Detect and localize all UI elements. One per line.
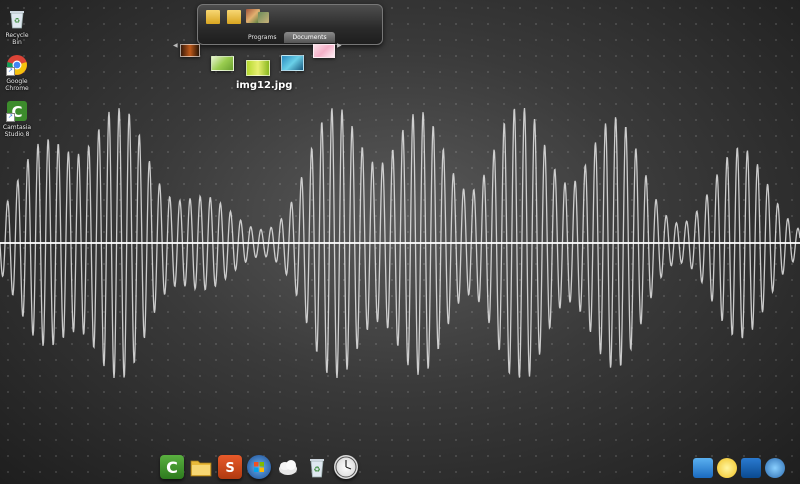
desktop-icon-google-chrome[interactable]: ↗ Google Chrome	[0, 54, 34, 92]
shortcut-arrow-icon: ↗	[6, 67, 15, 76]
tab-documents[interactable]: Documents	[284, 32, 335, 43]
stack-panel: Programs Documents	[197, 4, 383, 45]
window-icon[interactable]	[741, 458, 761, 478]
sound-wave-wallpaper	[0, 108, 800, 379]
chrome-icon: ↗	[6, 54, 28, 76]
scroll-right-icon[interactable]: ▶	[337, 42, 342, 49]
image-thumbnail[interactable]	[281, 55, 304, 71]
desktop-icon-camtasia[interactable]: C ↗ Camtasia Studio 8	[0, 100, 34, 138]
camtasia-icon[interactable]: C	[160, 455, 184, 479]
folder-icon[interactable]	[189, 455, 213, 479]
dock: C S ♻	[160, 455, 358, 479]
svg-text:S: S	[225, 461, 234, 476]
stack-tabs: Programs Documents	[240, 32, 335, 43]
folder-icon[interactable]	[227, 10, 241, 24]
svg-text:C: C	[166, 458, 178, 477]
recycle-bin-icon: ♻	[6, 8, 28, 30]
weather-icon[interactable]	[276, 455, 300, 479]
image-thumbnail[interactable]	[258, 12, 269, 23]
recycle-bin-icon[interactable]: ♻	[305, 455, 329, 479]
image-thumbnail[interactable]	[180, 44, 200, 57]
network-globe-icon[interactable]	[765, 458, 785, 478]
camtasia-icon: C ↗	[6, 100, 28, 122]
system-tray	[693, 458, 785, 478]
weather-sun-icon[interactable]	[717, 458, 737, 478]
clock-icon[interactable]	[334, 455, 358, 479]
svg-text:♻: ♻	[313, 465, 320, 474]
image-thumbnail[interactable]	[211, 56, 234, 71]
image-thumbnail-selected[interactable]	[246, 60, 270, 76]
folder-icon[interactable]	[206, 10, 220, 24]
shortcut-arrow-icon: ↗	[6, 113, 15, 122]
start-orb-icon[interactable]	[247, 455, 271, 479]
tab-programs[interactable]: Programs	[240, 32, 284, 43]
image-thumbnail[interactable]	[313, 44, 335, 58]
presentation-icon[interactable]: S	[218, 455, 242, 479]
scroll-left-icon[interactable]: ◀	[173, 42, 178, 49]
svg-text:♻: ♻	[14, 17, 20, 25]
desktop-icon-label: Camtasia Studio 8	[2, 124, 32, 138]
desktop-icon-label: Recycle Bin	[5, 32, 29, 46]
selected-file-caption: img12.jpg	[236, 80, 293, 91]
desktop-icon-recycle-bin[interactable]: ♻ Recycle Bin	[0, 8, 34, 46]
desktop-icon-label: Google Chrome	[5, 78, 29, 92]
network-icon[interactable]	[693, 458, 713, 478]
